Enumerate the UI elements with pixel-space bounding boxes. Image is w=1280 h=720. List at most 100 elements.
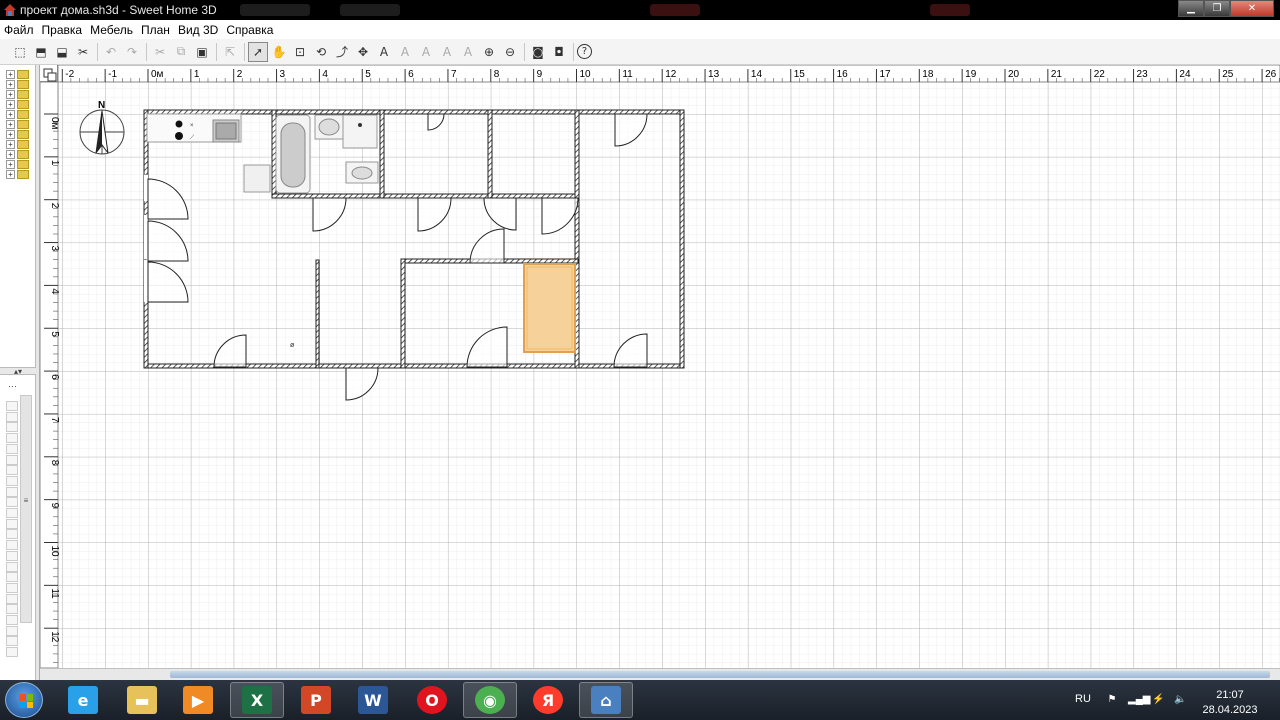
catalog-category-row[interactable]: + xyxy=(6,79,29,89)
furniture-list-row[interactable] xyxy=(6,604,18,615)
start-button[interactable] xyxy=(5,682,43,718)
create-photo-icon[interactable]: ◙ xyxy=(528,42,548,62)
bed[interactable] xyxy=(523,263,576,353)
wall[interactable] xyxy=(143,109,685,115)
wall[interactable] xyxy=(315,259,320,369)
decrease-text-icon[interactable]: A xyxy=(416,42,436,62)
create-labels-icon[interactable]: A xyxy=(374,42,394,62)
save-icon[interactable]: ⬓ xyxy=(52,42,72,62)
catalog-category-row[interactable]: + xyxy=(6,109,29,119)
word-icon[interactable]: W xyxy=(346,682,400,718)
catalog-category-row[interactable]: + xyxy=(6,169,29,179)
expand-icon[interactable]: + xyxy=(6,129,15,139)
catalog-category-row[interactable]: + xyxy=(6,99,29,109)
paste-icon[interactable]: ▣ xyxy=(192,42,212,62)
catalog-category-row[interactable]: + xyxy=(6,129,29,139)
opera-icon[interactable]: O xyxy=(405,682,459,718)
media-player-icon[interactable]: ▶ xyxy=(171,682,225,718)
furniture-list-row[interactable] xyxy=(6,411,18,422)
yandex-icon[interactable]: Я xyxy=(521,682,575,718)
washbasin-bowl[interactable] xyxy=(318,118,340,136)
door-opening[interactable] xyxy=(144,175,148,201)
increase-text-icon[interactable]: A xyxy=(395,42,415,62)
plan-canvas[interactable]: -2 -1 0м 1 2 3 4 5 6 7 8 9 10 11 12 13 14 15 16 17 18 19 20 21 2… xyxy=(40,65,1280,668)
open-icon[interactable]: ⬒ xyxy=(31,42,51,62)
menu-item-2[interactable]: Мебель xyxy=(86,23,137,37)
door-opening[interactable] xyxy=(144,260,148,302)
small-object-marker[interactable]: ø xyxy=(290,342,295,349)
furniture-list-row[interactable] xyxy=(6,508,18,518)
action-center-icon[interactable]: ⚑ xyxy=(1106,694,1118,706)
stove-burner[interactable] xyxy=(175,132,183,140)
stove-knob[interactable]: × xyxy=(190,123,194,129)
wall[interactable] xyxy=(271,109,277,199)
catalog-category-row[interactable]: + xyxy=(6,89,29,99)
create-rooms-icon[interactable]: ⟲ xyxy=(311,42,331,62)
powerpoint-icon[interactable]: P xyxy=(289,682,343,718)
door-opening[interactable] xyxy=(144,215,148,259)
furniture-list-row[interactable] xyxy=(6,593,18,604)
furniture-list-scrollbar[interactable]: ≡ xyxy=(20,395,32,623)
furniture-list-row[interactable] xyxy=(6,475,18,486)
wall[interactable] xyxy=(271,193,579,199)
undo-icon[interactable]: ↶ xyxy=(101,42,121,62)
scrollbar-thumb[interactable] xyxy=(170,671,1270,678)
close-button[interactable]: ✕ xyxy=(1230,0,1274,17)
menu-item-5[interactable]: Справка xyxy=(222,23,277,37)
wall[interactable] xyxy=(487,109,493,199)
furniture-list-row[interactable] xyxy=(6,454,18,465)
menu-item-1[interactable]: Правка xyxy=(38,23,87,37)
network-signal-icon[interactable]: ▂▄▆ xyxy=(1128,694,1150,706)
furniture-list-row[interactable] xyxy=(6,636,18,647)
expand-icon[interactable]: + xyxy=(6,169,15,179)
menu-item-0[interactable]: Файл xyxy=(0,23,38,37)
furniture-list-row[interactable] xyxy=(6,572,18,583)
create-polylines-icon[interactable]: ⤴ xyxy=(332,42,352,62)
redo-icon[interactable]: ↷ xyxy=(122,42,142,62)
expand-icon[interactable]: + xyxy=(6,149,15,159)
wall[interactable] xyxy=(379,109,385,199)
wall[interactable] xyxy=(400,258,406,369)
ie-icon[interactable]: e xyxy=(56,682,110,718)
catalog-category-row[interactable]: + xyxy=(6,139,29,149)
menu-item-3[interactable]: План xyxy=(137,23,174,37)
washing-machine-knob[interactable] xyxy=(358,123,362,127)
expand-icon[interactable]: + xyxy=(6,89,15,99)
expand-icon[interactable]: + xyxy=(6,69,15,79)
furniture-catalog-tree[interactable]: +++++++++++ ‹› xyxy=(0,65,36,432)
italic-text-icon[interactable]: A xyxy=(458,42,478,62)
chrome-icon[interactable]: ◉ xyxy=(463,682,517,718)
bathtub-basin[interactable] xyxy=(280,122,306,188)
furniture-list-row[interactable] xyxy=(6,486,18,497)
furniture-list-row[interactable] xyxy=(6,582,18,593)
sweet-home-3d-icon[interactable]: ⌂ xyxy=(579,682,633,718)
system-clock[interactable]: 21:07 28.04.2023 xyxy=(1198,688,1262,718)
create-walls-icon[interactable]: ⊡ xyxy=(290,42,310,62)
furniture-list-row[interactable] xyxy=(6,647,18,658)
select-mode-icon[interactable]: ➚ xyxy=(248,41,268,62)
furniture-list-row[interactable] xyxy=(6,433,18,444)
catalog-category-row[interactable]: + xyxy=(6,159,29,169)
minimize-button[interactable]: ▁ xyxy=(1178,0,1204,17)
volume-icon[interactable]: 🔈 xyxy=(1174,694,1186,706)
zoom-in-icon[interactable]: ⊕ xyxy=(479,42,499,62)
toilet-bowl[interactable] xyxy=(351,166,373,180)
excel-icon[interactable]: X xyxy=(230,682,284,718)
furniture-list-row[interactable] xyxy=(6,550,18,561)
fridge[interactable] xyxy=(243,164,271,193)
panel-splitter[interactable]: ▴▾ xyxy=(0,367,36,376)
list-menu-dots[interactable]: ··· xyxy=(8,381,17,391)
furniture-list-row[interactable] xyxy=(6,401,18,411)
wall[interactable] xyxy=(679,109,685,369)
language-indicator[interactable]: RU xyxy=(1075,693,1091,705)
expand-icon[interactable]: + xyxy=(6,109,15,119)
new-home-icon[interactable]: ⬚ xyxy=(10,42,30,62)
create-video-icon[interactable]: ◘ xyxy=(549,42,569,62)
catalog-category-row[interactable]: + xyxy=(6,119,29,129)
plan-view[interactable]: -2 -1 0м 1 2 3 4 5 6 7 8 9 10 11 12 13 14 15 16 17 18 19 20 21 2… xyxy=(40,65,1280,680)
help-icon[interactable]: ? xyxy=(577,44,592,59)
add-furniture-icon[interactable]: ⇱ xyxy=(220,42,240,62)
create-dimensions-icon[interactable]: ✥ xyxy=(353,42,373,62)
menu-item-4[interactable]: Вид 3D xyxy=(174,23,222,37)
washing-machine[interactable] xyxy=(342,114,378,149)
